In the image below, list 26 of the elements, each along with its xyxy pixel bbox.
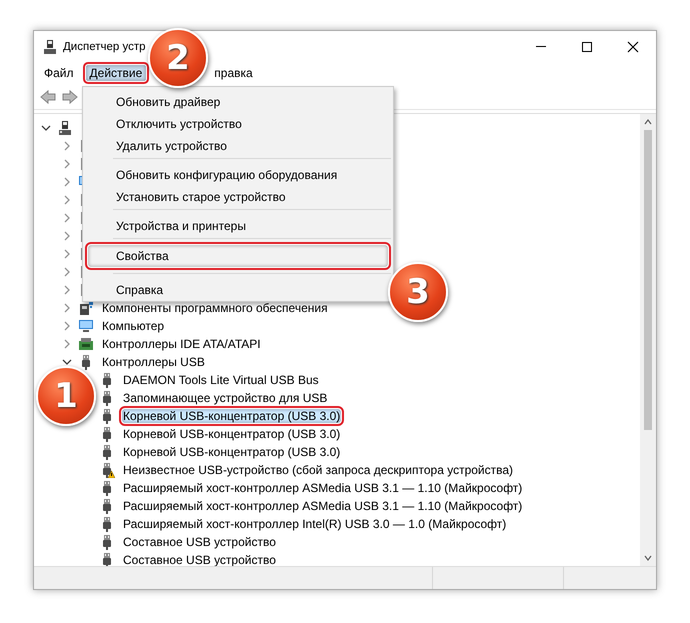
menu-item[interactable]: Действие — [82, 62, 150, 84]
tree-item[interactable]: Компоненты программного обеспечения — [98, 298, 332, 318]
menu-item[interactable]: Удалить устройство — [85, 133, 237, 155]
tree-item[interactable]: Запоминающее устройство для USB — [119, 388, 332, 408]
menu-item[interactable]: Свойства — [85, 242, 391, 270]
tree-item[interactable]: Корневой USB-концентратор (USB 3.0) — [119, 406, 344, 426]
menu-item[interactable]: Справка — [85, 277, 174, 299]
tree-item[interactable]: DAEMON Tools Lite Virtual USB Bus — [119, 370, 323, 390]
menu-item[interactable]: Установить старое устройство — [85, 184, 296, 206]
tree-item[interactable]: Неизвестное USB-устройство (сбой запроса дескриптора устройства) — [119, 460, 518, 480]
tree-item[interactable]: Контроллеры IDE ATA/ATAPI — [98, 334, 265, 354]
menu-item[interactable]: Устройства и принтеры — [85, 213, 256, 235]
tree-item[interactable]: Расширяемый хост-контроллер Intel(R) USB 3.0 — 1.0 (Майкрософт) — [119, 514, 510, 534]
tree-item[interactable]: Корневой USB-концентратор (USB 3.0) — [119, 424, 344, 444]
tree-item[interactable]: Корневой USB-концентратор (USB 3.0) — [119, 442, 344, 462]
tree-item[interactable]: Контроллеры USB — [98, 352, 209, 372]
tree-item[interactable]: Компьютер — [98, 316, 168, 336]
menu-item[interactable]: Отключить устройство — [85, 111, 252, 133]
tree-item[interactable]: Расширяемый хост-контроллер ASMedia USB 3.1 — 1.10 (Майкрософт) — [119, 478, 526, 498]
menu-item[interactable]: Файл — [37, 62, 81, 84]
menu-item[interactable]: Обновить драйвер — [85, 89, 230, 111]
tree-item[interactable]: Составное USB устройство — [119, 532, 280, 552]
menu-item[interactable]: Обновить конфигурацию оборудования — [85, 162, 348, 184]
menu-item[interactable]: правка — [207, 62, 260, 84]
tree-item[interactable]: Расширяемый хост-контроллер ASMedia USB 3.1 — 1.10 (Майкрософт) — [119, 496, 526, 516]
window-title: Диспетчер устр — [63, 40, 146, 52]
